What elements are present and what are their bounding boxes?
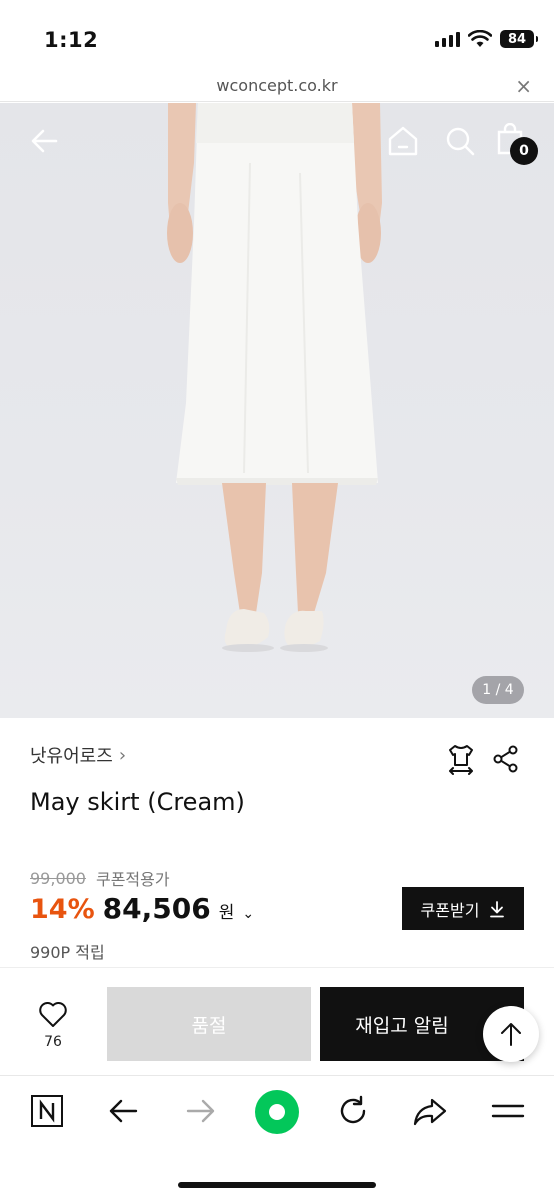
share-arrow-icon[interactable]: [412, 1094, 448, 1132]
wifi-icon: [468, 30, 492, 47]
wishlist-count: 76: [44, 1034, 62, 1050]
battery-icon: 84: [500, 30, 538, 48]
product-title: May skirt (Cream): [30, 788, 245, 816]
search-icon[interactable]: [444, 125, 476, 161]
discount-rate: 14%: [30, 894, 95, 925]
naver-icon[interactable]: [30, 1094, 64, 1132]
soldout-button[interactable]: 품절: [107, 987, 311, 1061]
back-arrow-icon[interactable]: [28, 125, 60, 161]
url-bar: wconcept.co.kr ×: [0, 70, 554, 102]
menu-icon[interactable]: [490, 1094, 526, 1132]
close-icon[interactable]: ×: [515, 74, 532, 98]
status-bar: 1:12 84: [0, 0, 554, 70]
arrow-up-icon: [501, 1023, 521, 1046]
browser-back-icon[interactable]: [106, 1094, 140, 1132]
refresh-icon[interactable]: [336, 1094, 370, 1132]
browser-forward-icon[interactable]: [184, 1094, 218, 1132]
status-icons: 84: [435, 30, 538, 48]
coupon-button-label: 쿠폰받기: [420, 900, 480, 920]
chevron-right-icon: ›: [118, 744, 127, 766]
home-icon[interactable]: [386, 125, 420, 161]
download-icon: [490, 900, 505, 917]
wishlist-button[interactable]: 76: [30, 1000, 76, 1050]
status-time: 1:12: [44, 28, 99, 52]
divider: [0, 967, 554, 968]
url-text[interactable]: wconcept.co.kr: [0, 76, 554, 95]
brand-name: 낫유어로즈: [30, 746, 113, 767]
signal-icon: [435, 31, 460, 47]
scroll-top-button[interactable]: [483, 1006, 539, 1062]
browser-toolbar: [0, 1075, 554, 1200]
reward-points: 990P 적립: [30, 943, 105, 962]
original-price-row: 99,000 쿠폰적용가: [30, 866, 170, 890]
home-indicator: [178, 1182, 376, 1188]
size-guide-icon[interactable]: [446, 743, 476, 779]
product-image[interactable]: 0 1 / 4: [0, 103, 554, 718]
image-counter: 1 / 4: [472, 676, 524, 704]
price-row[interactable]: 14% 84,506 원 ⌄: [30, 892, 254, 925]
currency-label: 원: [218, 903, 235, 923]
heart-icon: [39, 1001, 67, 1027]
sale-price: 84,506: [102, 892, 211, 925]
get-coupon-button[interactable]: 쿠폰받기: [402, 887, 524, 930]
naver-green-dot-icon[interactable]: [255, 1090, 299, 1138]
product-photo: [167, 103, 382, 652]
cart-count-badge[interactable]: 0: [510, 137, 538, 165]
coupon-price-label: 쿠폰적용가: [95, 870, 170, 889]
brand-link[interactable]: 낫유어로즈 ›: [30, 742, 126, 768]
share-icon[interactable]: [492, 745, 520, 777]
chevron-down-icon[interactable]: ⌄: [242, 906, 254, 922]
original-price: 99,000: [30, 868, 86, 888]
